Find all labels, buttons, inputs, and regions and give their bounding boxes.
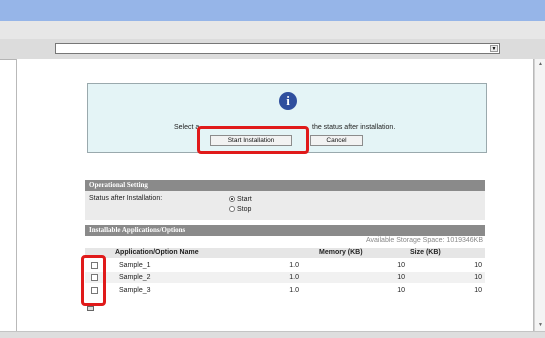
app-memory: 10 (397, 287, 405, 294)
status-after-install-label: Status after Installation: (89, 195, 163, 202)
radio-empty-icon (229, 206, 235, 212)
radio-start-label: Start (237, 196, 252, 203)
operational-setting-row: Status after Installation: Start Stop (85, 191, 485, 220)
address-dropdown[interactable]: ▼ (55, 43, 500, 54)
start-button-highlight (197, 126, 309, 154)
app-size: 10 (474, 262, 482, 269)
table-row: Sample_1 1.0 10 10 (85, 260, 485, 271)
radio-selected-icon (229, 196, 235, 202)
app-version: 1.0 (289, 262, 299, 269)
radio-stop-label: Stop (237, 206, 252, 213)
radio-start[interactable]: Start (229, 196, 252, 203)
installable-apps-header: Installable Applications/Options (85, 225, 485, 236)
app-size: 10 (474, 274, 482, 281)
table-row: Sample_3 1.0 10 10 (85, 285, 485, 296)
col-size: Size (KB) (410, 249, 441, 256)
scroll-up-icon[interactable]: ▲ (536, 60, 545, 69)
col-app-name: Application/Option Name (115, 249, 199, 256)
message-text-end: the status after installation. (312, 124, 396, 131)
checkbox-highlight (81, 255, 106, 306)
select-all-icon[interactable] (87, 306, 94, 311)
operational-setting-header: Operational Setting (85, 180, 485, 191)
col-memory: Memory (KB) (319, 249, 363, 256)
app-version: 1.0 (289, 274, 299, 281)
vertical-scrollbar[interactable]: ▲ ▼ (534, 59, 545, 331)
app-memory: 10 (397, 262, 405, 269)
radio-stop[interactable]: Stop (229, 206, 251, 213)
status-bar (0, 331, 545, 338)
app-memory: 10 (397, 274, 405, 281)
app-name: Sample_2 (119, 274, 151, 281)
available-storage-text: Available Storage Space: 1019346KB (366, 237, 484, 244)
dropdown-arrow-icon[interactable]: ▼ (490, 45, 498, 52)
browser-toolbar (0, 21, 545, 40)
info-icon: i (279, 92, 297, 110)
cancel-button[interactable]: Cancel (310, 135, 363, 146)
app-size: 10 (474, 287, 482, 294)
app-version: 1.0 (289, 287, 299, 294)
window-title-bar (0, 0, 545, 21)
apps-table-header: Application/Option Name Memory (KB) Size… (85, 248, 485, 258)
table-row: Sample_2 1.0 10 10 (85, 272, 485, 283)
scroll-down-icon[interactable]: ▼ (536, 321, 545, 330)
app-name: Sample_1 (119, 262, 151, 269)
app-name: Sample_3 (119, 287, 151, 294)
message-text-start: Select a (174, 124, 200, 131)
